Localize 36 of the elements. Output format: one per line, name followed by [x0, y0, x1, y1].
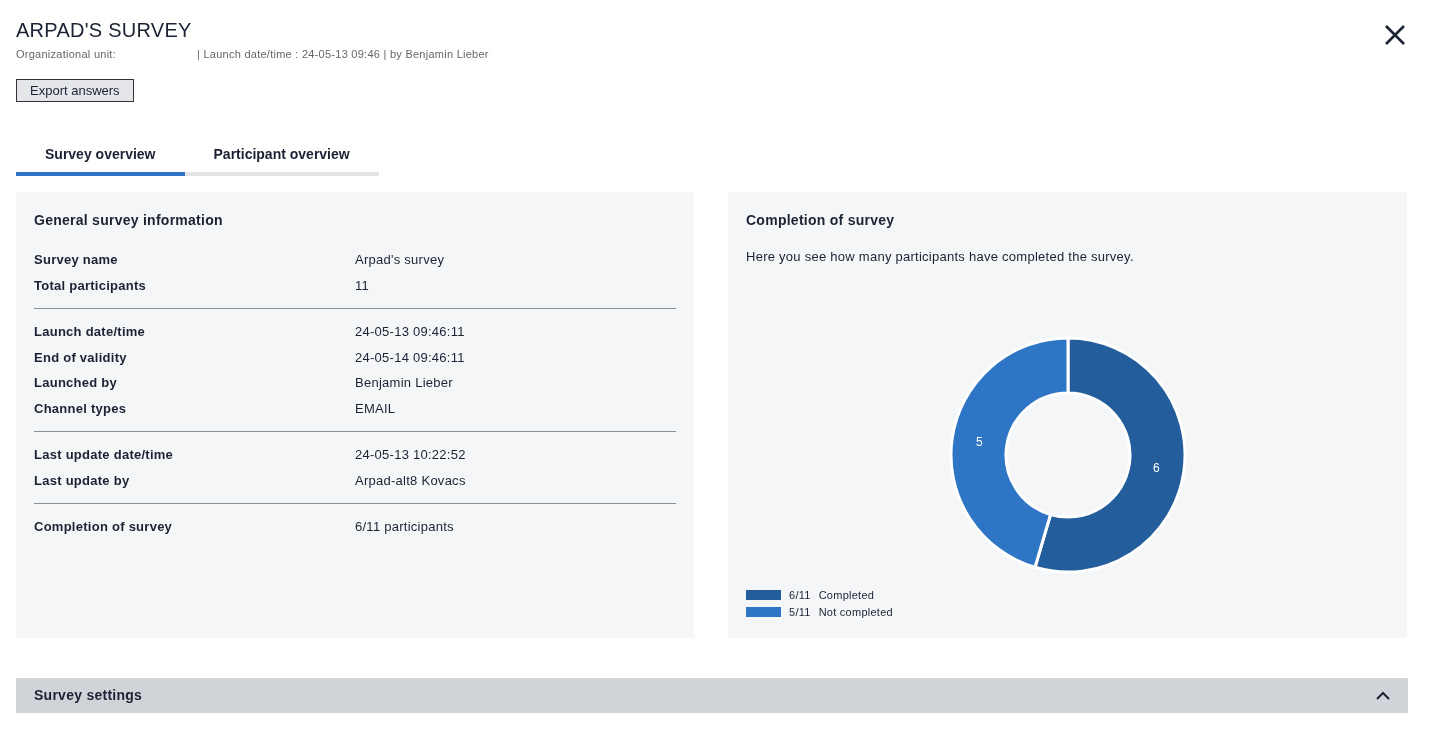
field-value: 24-05-13 09:46:11 [355, 323, 465, 341]
slice-value-label: 6 [1152, 460, 1160, 475]
field-value: 6/11 participants [355, 518, 454, 536]
close-icon [1384, 24, 1406, 46]
field-label: Launch date/time [34, 323, 147, 341]
legend-count: 5/11 [789, 604, 811, 620]
panel-heading: General survey information [34, 211, 224, 230]
settings-title: Survey settings [34, 686, 143, 705]
field-value: 24-05-14 09:46:11 [355, 348, 465, 367]
legend-label: Completed [818, 588, 875, 603]
field-value: 24-05-13 10:22:52 [355, 446, 466, 464]
tab[interactable]: Participant overview [184, 138, 379, 176]
field-label: Completion of survey [34, 518, 174, 536]
field-value: 11 [355, 276, 369, 295]
tab[interactable]: Survey overview [16, 138, 185, 176]
field-label: Channel types [34, 399, 128, 418]
slice-value-label: 5 [975, 434, 983, 449]
field-label: Total participants [34, 276, 148, 295]
legend-count: 6/11 [789, 588, 811, 603]
organizational-unit-label: Organizational unit: [16, 47, 117, 62]
survey-settings-header[interactable]: Survey settings [16, 678, 1408, 713]
field-label: Launched by [34, 374, 119, 392]
field-value: Arpad's survey [355, 251, 445, 269]
field-value: Benjamin Lieber [355, 374, 453, 392]
legend-label: Not completed [818, 604, 893, 620]
launch-info: | Launch date/time : 24-05-13 09:46 | by Benjamin Lieber [197, 47, 489, 62]
field-label: End of validity [34, 348, 128, 367]
field-label: Last update by [34, 471, 131, 490]
export-answers-button[interactable]: Export answers [16, 78, 134, 102]
field-label: Survey name [34, 251, 119, 269]
panel-heading: Completion of survey [746, 211, 896, 230]
field-value: EMAIL [355, 399, 396, 418]
field-value: Arpad-alt8 Kovacs [355, 471, 466, 490]
field-label: Last update date/time [34, 446, 175, 464]
page-title: ARPAD'S SURVEY [16, 18, 193, 42]
chart-description: Here you see how many participants have completed the survey. [746, 248, 1135, 266]
